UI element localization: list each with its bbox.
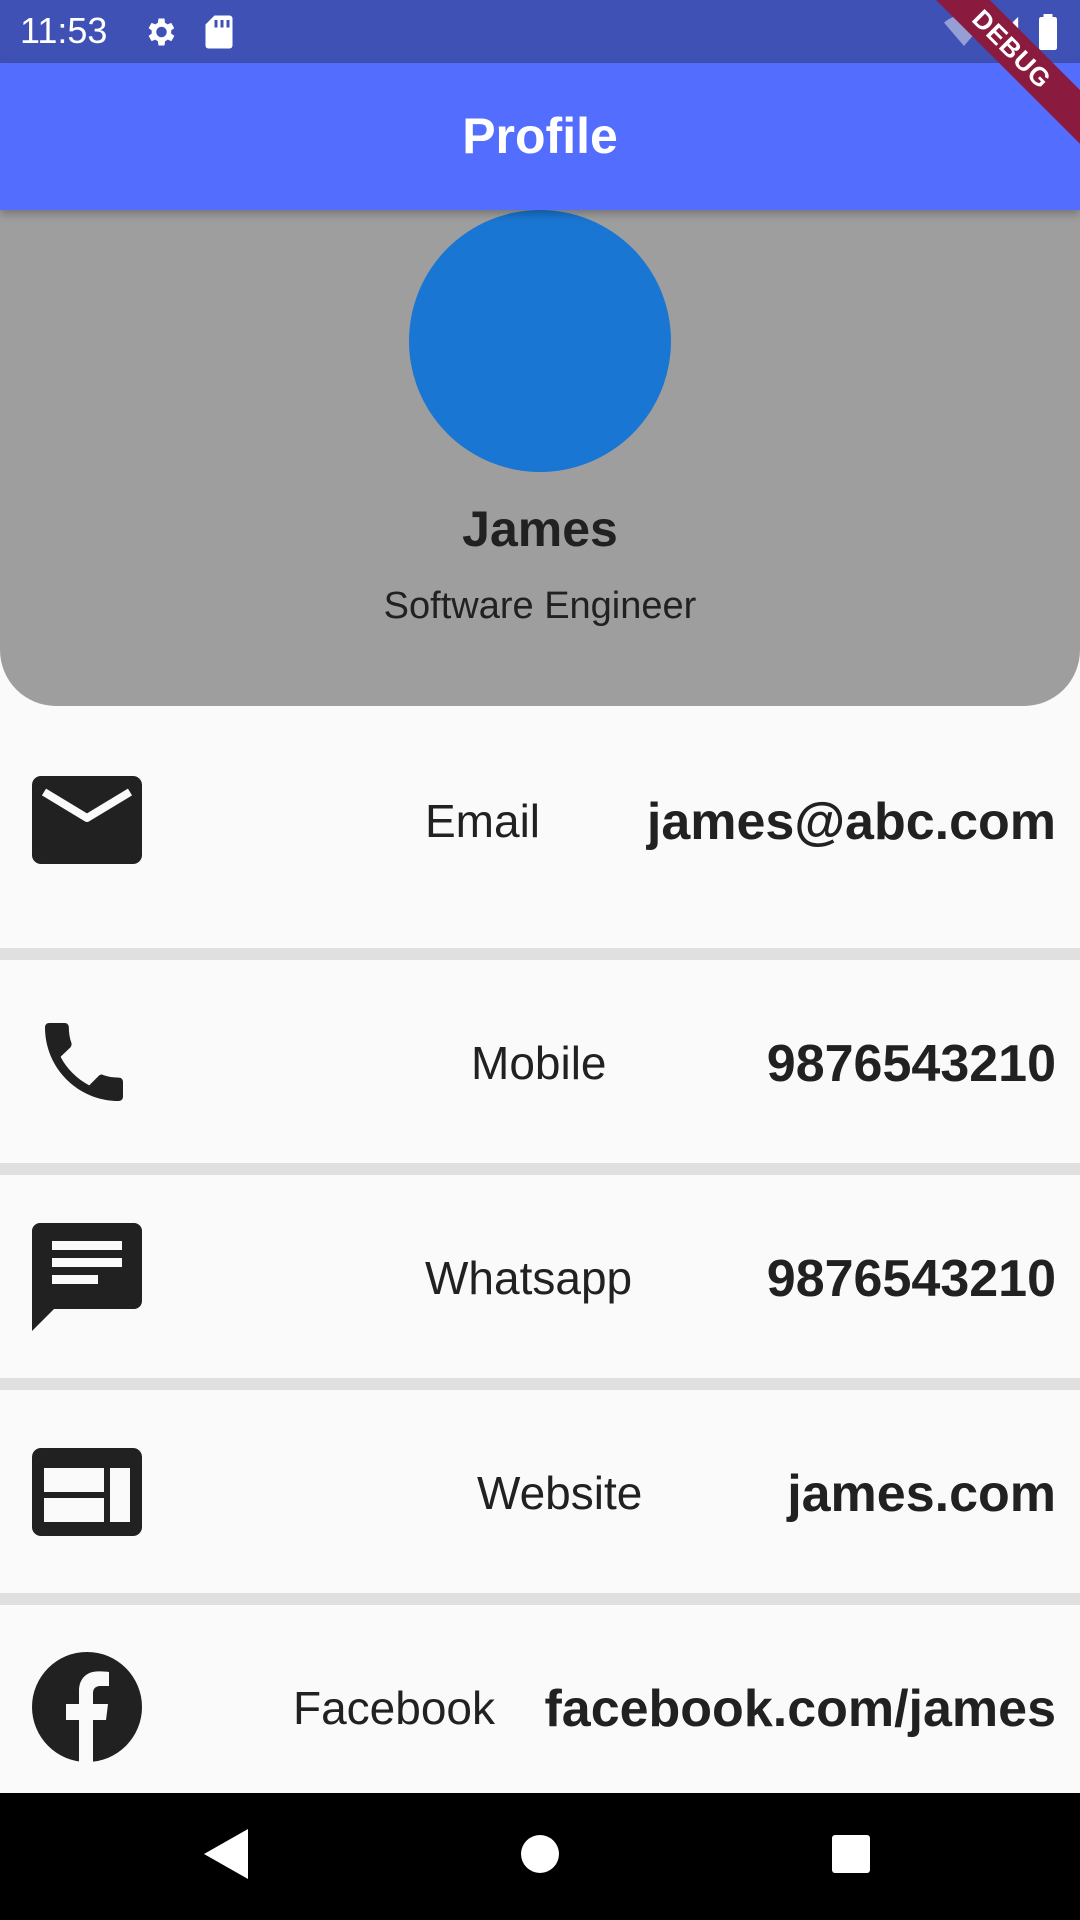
profile-header: James Software Engineer bbox=[0, 210, 1080, 706]
contact-label: Facebook bbox=[293, 1682, 496, 1734]
avatar[interactable] bbox=[409, 210, 671, 472]
facebook-icon bbox=[32, 1652, 142, 1762]
contact-row-email[interactable]: Email james@abc.com bbox=[0, 706, 1080, 948]
recents-icon[interactable] bbox=[830, 1829, 872, 1879]
contact-label: Website bbox=[477, 1467, 643, 1519]
profile-name: James bbox=[462, 501, 618, 557]
email-icon bbox=[32, 776, 142, 864]
divider bbox=[0, 1163, 1080, 1175]
navigation-bar bbox=[0, 1793, 1080, 1920]
contact-row-whatsapp[interactable]: Whatsapp 9876543210 bbox=[0, 1175, 1080, 1378]
contact-value[interactable]: 9876543210 bbox=[767, 1249, 1056, 1309]
status-bar: 11:53 bbox=[0, 0, 1080, 63]
contact-row-mobile[interactable]: Mobile 9876543210 bbox=[0, 960, 1080, 1163]
divider bbox=[0, 948, 1080, 960]
contact-row-website[interactable]: Website james.com bbox=[0, 1390, 1080, 1593]
page-title: Profile bbox=[462, 108, 618, 164]
contact-value[interactable]: facebook.com/james bbox=[544, 1679, 1056, 1739]
contact-label: Mobile bbox=[471, 1037, 607, 1089]
contact-value[interactable]: james@abc.com bbox=[647, 792, 1056, 852]
contact-label: Whatsapp bbox=[425, 1252, 633, 1304]
app-bar: Profile bbox=[0, 63, 1080, 210]
contact-value[interactable]: 9876543210 bbox=[767, 1034, 1056, 1094]
home-icon[interactable] bbox=[520, 1829, 560, 1879]
contact-row-facebook[interactable]: Facebook facebook.com/james bbox=[0, 1605, 1080, 1793]
battery-icon bbox=[1039, 14, 1057, 50]
settings-icon bbox=[148, 18, 175, 46]
contact-label: Email bbox=[425, 795, 541, 847]
web-icon bbox=[32, 1448, 142, 1536]
sd-card-icon bbox=[205, 15, 233, 49]
message-icon bbox=[32, 1223, 142, 1331]
status-time: 11:53 bbox=[20, 10, 108, 51]
profile-title: Software Engineer bbox=[383, 585, 697, 627]
divider bbox=[0, 1593, 1080, 1605]
back-icon[interactable] bbox=[204, 1829, 248, 1879]
divider bbox=[0, 1378, 1080, 1390]
contact-value[interactable]: james.com bbox=[787, 1464, 1056, 1524]
phone-icon bbox=[45, 1023, 123, 1101]
